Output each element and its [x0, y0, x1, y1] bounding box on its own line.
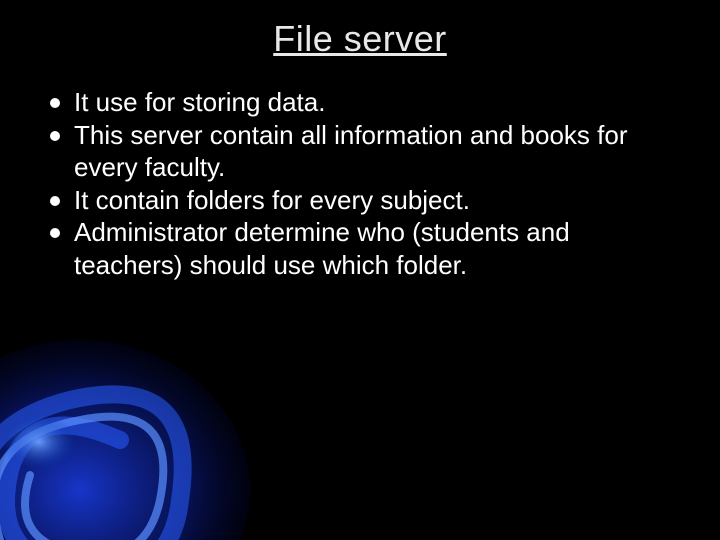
bullet-list: It use for storing data. This server con…	[40, 86, 680, 281]
list-item: It use for storing data.	[48, 86, 672, 119]
list-item: It contain folders for every subject.	[48, 184, 672, 217]
slide: File server It use for storing data. Thi…	[0, 0, 720, 540]
list-item: This server contain all information and …	[48, 119, 672, 184]
list-item: Administrator determine who (students an…	[48, 216, 672, 281]
slide-title: File server	[40, 18, 680, 60]
slide-content: File server It use for storing data. Thi…	[0, 0, 720, 281]
decorative-swirl	[0, 290, 280, 540]
